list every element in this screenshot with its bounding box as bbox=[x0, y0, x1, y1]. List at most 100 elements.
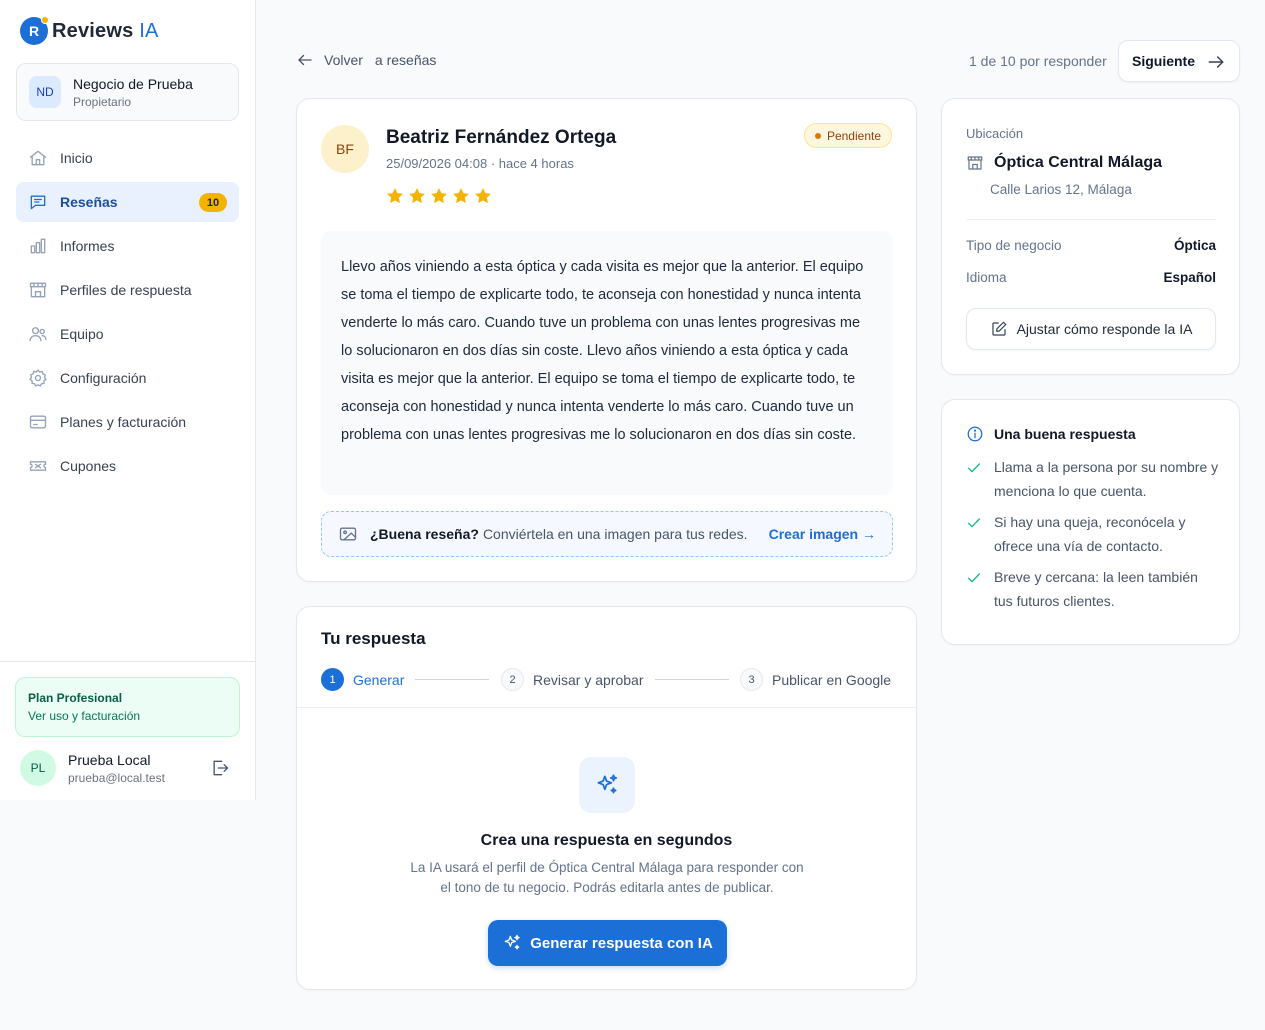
business-type-value: Óptica bbox=[1173, 238, 1216, 253]
back-to-reviews-link[interactable]: Volver a reseñas bbox=[296, 51, 436, 69]
next-button[interactable]: Siguiente bbox=[1118, 40, 1240, 82]
sidebar-item-label: Configuración bbox=[60, 370, 147, 386]
check-icon bbox=[968, 518, 980, 528]
arrow-right-icon bbox=[1208, 56, 1224, 68]
location-name-row: Óptica Central Málaga bbox=[966, 154, 1162, 172]
next-label: Siguiente bbox=[1132, 53, 1196, 69]
generate-label: Generar respuesta con IA bbox=[530, 934, 713, 952]
sidebar-item-label: Inicio bbox=[60, 150, 93, 166]
plan-card[interactable]: Plan Profesional Ver uso y facturación bbox=[15, 677, 240, 737]
language-value: Español bbox=[1163, 270, 1216, 285]
sidebar-footer: Plan Profesional Ver uso y facturación P… bbox=[0, 661, 255, 786]
avatar: PL bbox=[20, 750, 56, 786]
tips-list: Llama a la persona por su nombre y menci… bbox=[966, 458, 1220, 623]
step-connector bbox=[415, 679, 489, 680]
logout-icon[interactable] bbox=[210, 758, 230, 778]
status-dot bbox=[814, 132, 821, 139]
sidebar-nav: Inicio Reseñas 10 Informes Perfiles de r… bbox=[16, 138, 239, 490]
language-row: Idioma Español bbox=[966, 270, 1216, 285]
sidebar-item-inicio[interactable]: Inicio bbox=[16, 138, 239, 178]
response-stepper: 1 Generar 2 Revisar y aprobar 3 Publicar… bbox=[321, 668, 893, 692]
chat-icon bbox=[30, 195, 46, 210]
sidebar-item-equipo[interactable]: Equipo bbox=[16, 314, 239, 354]
store-icon bbox=[29, 282, 47, 298]
review-date: 25/09/2026 04:08 · hace 4 horas bbox=[386, 156, 574, 171]
business-avatar: ND bbox=[29, 76, 61, 108]
app-name-accent: IA bbox=[139, 19, 159, 42]
sidebar-item-cupones[interactable]: Cupones bbox=[16, 446, 239, 486]
sidebar-item-label: Reseñas bbox=[60, 194, 118, 210]
logo-letter: R bbox=[28, 23, 40, 39]
generate-response-button[interactable]: Generar respuesta con IA bbox=[488, 920, 727, 966]
user-name: Prueba Local bbox=[68, 751, 151, 768]
divider bbox=[297, 707, 916, 708]
promo-bold: ¿Buena reseña? bbox=[370, 526, 479, 542]
user-profile: PL Prueba Local prueba@local.test bbox=[20, 748, 240, 788]
check-icon bbox=[968, 573, 980, 583]
adjust-ai-button[interactable]: Ajustar cómo responde la IA bbox=[966, 308, 1216, 350]
users-icon bbox=[29, 327, 47, 342]
step-number: 1 bbox=[321, 668, 344, 691]
step-publish[interactable]: 3 Publicar en Google bbox=[740, 668, 891, 691]
status-badge: Pendiente bbox=[803, 123, 892, 148]
step-review[interactable]: 2 Revisar y aprobar bbox=[501, 668, 644, 691]
tip-text: Llama a la persona por su nombre y menci… bbox=[994, 459, 1219, 499]
sidebar-item-perfiles[interactable]: Perfiles de respuesta bbox=[16, 270, 239, 310]
location-name: Óptica Central Málaga bbox=[994, 154, 1163, 171]
tips-title: Una buena respuesta bbox=[994, 426, 1136, 442]
app-name: Reviews IA bbox=[52, 20, 159, 43]
step-connector bbox=[655, 679, 729, 680]
business-role: Propietario bbox=[73, 94, 132, 109]
create-image-link[interactable]: Crear imagen → bbox=[769, 526, 876, 542]
empty-state-description: La IA usará el perfil de Óptica Central … bbox=[410, 860, 804, 895]
edit-icon bbox=[991, 321, 1006, 336]
credit-card-icon bbox=[29, 415, 47, 429]
step-generate[interactable]: 1 Generar bbox=[321, 668, 404, 691]
sidebar-item-label: Perfiles de respuesta bbox=[60, 282, 192, 298]
business-name: Negocio de Prueba bbox=[73, 75, 193, 92]
bar-chart-icon bbox=[30, 238, 46, 254]
logo-dot bbox=[41, 16, 49, 24]
share-image-banner: ¿Buena reseña? Conviértela en una imagen… bbox=[321, 511, 893, 557]
logo-mark: R bbox=[20, 16, 49, 45]
step-label: Publicar en Google bbox=[772, 671, 892, 688]
image-icon bbox=[339, 527, 357, 541]
tips-card: Una buena respuesta Llama a la persona p… bbox=[941, 399, 1240, 645]
app-name-main: Reviews bbox=[52, 19, 134, 42]
sidebar-item-label: Cupones bbox=[60, 458, 117, 474]
plan-usage-link[interactable]: Ver uso y facturación bbox=[28, 709, 227, 723]
star-icon bbox=[431, 188, 447, 204]
list-item: Breve y cercana: la leen también tus fut… bbox=[966, 568, 1220, 613]
check-icon bbox=[968, 463, 980, 473]
empty-state-title: Crea una respuesta en segundos bbox=[480, 832, 733, 849]
location-address: Calle Larios 12, Málaga bbox=[990, 182, 1132, 197]
sidebar-item-configuracion[interactable]: Configuración bbox=[16, 358, 239, 398]
star-icon bbox=[475, 188, 491, 204]
arrow-left-icon bbox=[298, 54, 312, 66]
home-icon bbox=[29, 150, 47, 166]
tip-text: Si hay una queja, reconócela y ofrece un… bbox=[994, 514, 1186, 554]
tips-header: Una buena respuesta bbox=[966, 425, 1136, 443]
reviewer-name: Beatriz Fernández Ortega bbox=[386, 127, 617, 148]
location-card: Ubicación Óptica Central Málaga Calle La… bbox=[941, 98, 1240, 375]
back-label-suffix: a reseñas bbox=[374, 52, 437, 68]
sidebar-item-planes[interactable]: Planes y facturación bbox=[16, 402, 239, 442]
app-logo[interactable]: R Reviews IA bbox=[20, 16, 159, 45]
sidebar-item-label: Planes y facturación bbox=[60, 414, 187, 430]
sidebar-item-label: Equipo bbox=[60, 326, 104, 342]
adjust-ai-label: Ajustar cómo responde la IA bbox=[1016, 321, 1193, 337]
ticket-icon bbox=[29, 461, 47, 471]
back-label: Volver bbox=[324, 52, 363, 68]
sidebar-item-label: Informes bbox=[60, 238, 115, 254]
response-card: Tu respuesta 1 Generar 2 Revisar y aprob… bbox=[296, 606, 917, 990]
sidebar-item-informes[interactable]: Informes bbox=[16, 226, 239, 266]
step-label: Revisar y aprobar bbox=[533, 671, 644, 688]
divider bbox=[966, 219, 1216, 220]
star-icon bbox=[387, 188, 403, 204]
location-label: Ubicación bbox=[966, 126, 1024, 141]
business-switcher[interactable]: ND Negocio de Prueba Propietario bbox=[16, 63, 239, 121]
business-type-row: Tipo de negocio Óptica bbox=[966, 238, 1216, 253]
sparkles-icon bbox=[597, 774, 618, 794]
sparkles-icon bbox=[504, 934, 520, 950]
sidebar-item-resenas[interactable]: Reseñas 10 bbox=[16, 182, 239, 222]
